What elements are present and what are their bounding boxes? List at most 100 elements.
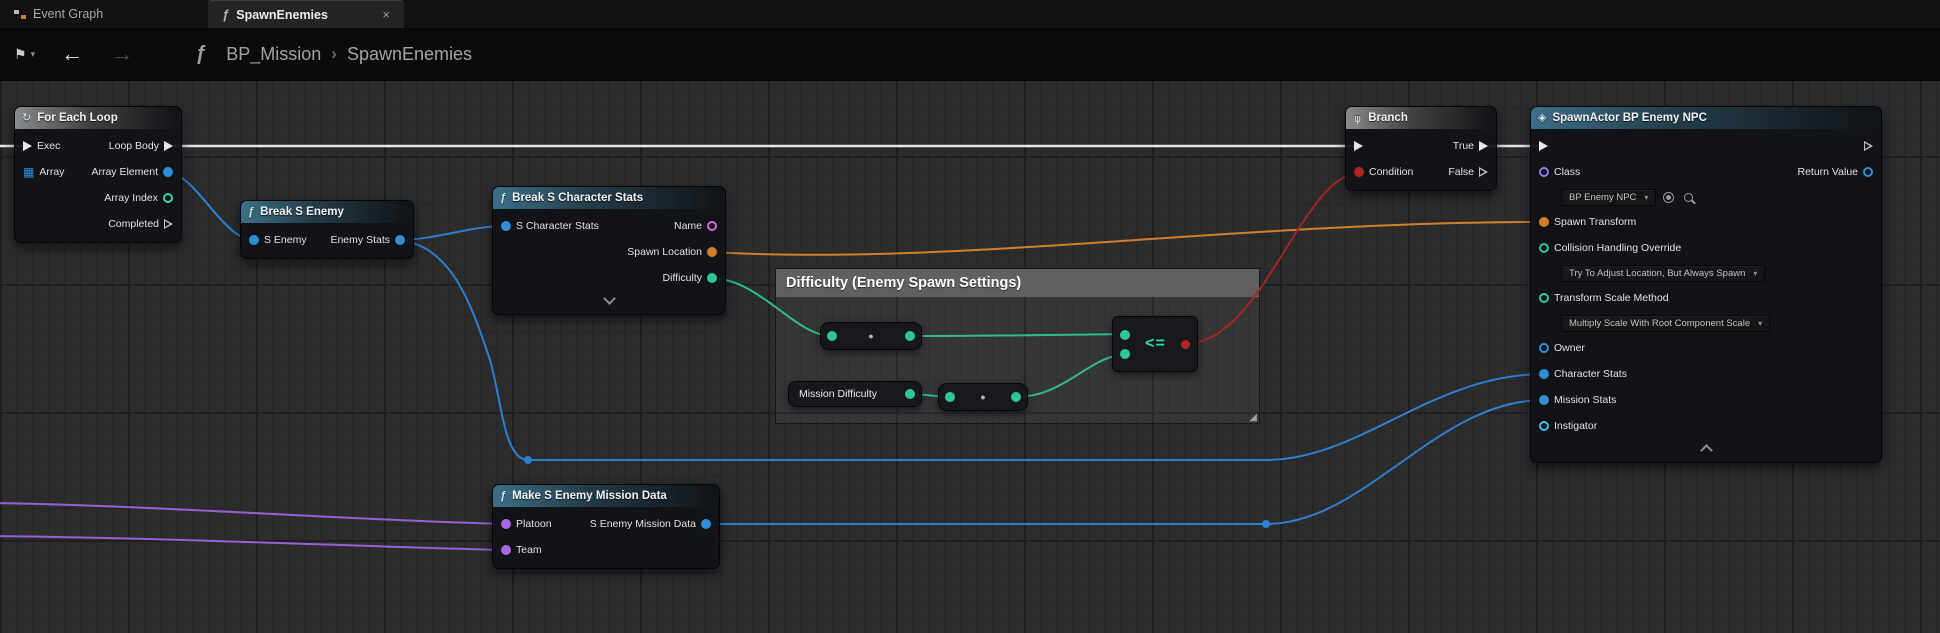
target-icon <box>1662 191 1674 203</box>
spawn-location-pin[interactable] <box>707 247 717 257</box>
node-header[interactable]: ↻ For Each Loop <box>15 107 181 129</box>
owner-pin[interactable] <box>1539 343 1549 353</box>
use-selected-button[interactable] <box>1660 189 1676 205</box>
node-break-s-character-stats[interactable]: ƒ Break S Character Stats S Character St… <box>492 186 726 315</box>
name-pin[interactable] <box>707 221 717 231</box>
conversion-out-pin[interactable] <box>1011 392 1021 402</box>
node-header[interactable]: ƒ Break S Enemy <box>241 201 413 223</box>
pin-row: Mission Stats <box>1531 387 1881 413</box>
loop-body-pin[interactable] <box>164 141 173 151</box>
exec-out-pin[interactable] <box>1864 141 1873 151</box>
node-branch[interactable]: ⋔ Branch True Condition False <box>1345 106 1497 191</box>
node-make-s-enemy-mission-data[interactable]: ƒ Make S Enemy Mission Data Platoon S En… <box>492 484 720 569</box>
breadcrumb-parent[interactable]: BP_Mission <box>226 44 321 65</box>
close-tab-button[interactable]: × <box>382 7 390 22</box>
character-stats-pin[interactable] <box>1539 369 1549 379</box>
conversion-in-pin[interactable] <box>827 331 837 341</box>
function-icon: ƒ <box>195 42 207 65</box>
pin-label: Character Stats <box>1554 368 1627 380</box>
pin-row: S Enemy Enemy Stats <box>241 227 413 253</box>
array-pin[interactable]: ▦ <box>23 166 34 178</box>
s-enemy-mission-data-pin[interactable] <box>701 519 711 529</box>
node-spawn-actor[interactable]: ◈ SpawnActor BP Enemy NPC Class Return V… <box>1530 106 1882 463</box>
compare-a-pin[interactable] <box>1120 329 1130 340</box>
pin-row: Collision Handling Override <box>1531 235 1881 261</box>
class-dropdown[interactable]: BP Enemy NPC ▾ <box>1561 188 1657 206</box>
pin-row: Spawn Transform <box>1531 209 1881 235</box>
browse-asset-button[interactable] <box>1680 189 1696 205</box>
enemy-stats-pin[interactable] <box>395 235 405 245</box>
pin-label: Spawn Transform <box>1554 216 1637 228</box>
back-button[interactable]: ← <box>47 43 97 65</box>
expand-advanced-chevron[interactable] <box>602 292 616 305</box>
tab-event-graph[interactable]: Event Graph <box>0 0 208 28</box>
return-value-pin[interactable] <box>1863 167 1873 177</box>
resize-handle[interactable]: ◢ <box>1249 413 1257 423</box>
compare-result-pin[interactable] <box>1181 339 1190 349</box>
pin-label: Mission Stats <box>1554 394 1617 406</box>
node-get-mission-difficulty[interactable]: Mission Difficulty <box>788 381 922 407</box>
transform-scale-method-pin[interactable] <box>1539 293 1549 303</box>
pin-row: True <box>1346 133 1496 159</box>
pin-row: Spawn Location <box>493 239 725 265</box>
false-pin[interactable] <box>1479 167 1488 177</box>
instigator-pin[interactable] <box>1539 421 1549 431</box>
node-header[interactable]: ◈ SpawnActor BP Enemy NPC <box>1531 107 1881 129</box>
branch-icon: ⋔ <box>1353 112 1363 125</box>
pin-label: Enemy Stats <box>330 234 390 246</box>
pin-row: Transform Scale Method <box>1531 285 1881 311</box>
array-element-pin[interactable] <box>163 167 173 177</box>
node-title: Branch <box>1368 112 1408 124</box>
compare-b-pin[interactable] <box>1120 348 1130 359</box>
scale-picker-row: Multiply Scale With Root Component Scale… <box>1531 311 1881 335</box>
node-less-equal[interactable]: <= <box>1112 316 1198 372</box>
bookmarks-button[interactable]: ⚑ ▾ <box>0 46 47 63</box>
node-break-s-enemy[interactable]: ƒ Break S Enemy S Enemy Enemy Stats <box>240 200 414 259</box>
comment-title[interactable]: Difficulty (Enemy Spawn Settings) <box>776 269 1259 297</box>
scale-method-dropdown[interactable]: Multiply Scale With Root Component Scale… <box>1561 314 1771 332</box>
collision-handling-pin[interactable] <box>1539 243 1549 253</box>
pin-label: Instigator <box>1554 420 1598 432</box>
collision-dropdown[interactable]: Try To Adjust Location, But Always Spawn… <box>1561 264 1766 282</box>
conversion-in-pin[interactable] <box>945 392 955 402</box>
node-conversion-b[interactable]: ● <box>938 383 1028 411</box>
array-index-pin[interactable] <box>163 193 173 203</box>
scale-method-value: Multiply Scale With Root Component Scale <box>1569 317 1751 329</box>
conversion-dot-icon: ● <box>980 391 986 402</box>
collapse-advanced-chevron[interactable] <box>1699 443 1713 457</box>
function-icon: ƒ <box>248 205 255 218</box>
operator-label: <= <box>1145 335 1166 352</box>
condition-pin[interactable] <box>1354 167 1364 177</box>
exec-in-pin[interactable] <box>1354 141 1363 151</box>
caret-down-icon: ▾ <box>30 48 36 59</box>
mission-difficulty-out-pin[interactable] <box>905 389 915 399</box>
s-enemy-pin[interactable] <box>249 235 259 245</box>
node-title: Make S Enemy Mission Data <box>512 490 667 502</box>
exec-in-pin[interactable] <box>1539 141 1548 151</box>
exec-in-pin[interactable] <box>23 141 32 151</box>
spawn-transform-pin[interactable] <box>1539 217 1549 227</box>
node-title: SpawnActor BP Enemy NPC <box>1552 112 1707 124</box>
pin-label: S Enemy <box>264 234 307 246</box>
forward-button[interactable]: → <box>97 43 147 65</box>
node-for-each-loop[interactable]: ↻ For Each Loop Exec Loop Body ▦ Array Ar… <box>14 106 182 243</box>
node-header[interactable]: ƒ Make S Enemy Mission Data <box>493 485 719 507</box>
node-header[interactable]: ƒ Break S Character Stats <box>493 187 725 209</box>
platoon-pin[interactable] <box>501 519 511 529</box>
node-conversion-a[interactable]: ● <box>820 322 922 350</box>
breadcrumb-current[interactable]: SpawnEnemies <box>347 44 472 65</box>
tab-spawn-enemies[interactable]: ƒ SpawnEnemies × <box>208 0 404 28</box>
completed-pin[interactable] <box>164 219 173 229</box>
node-header[interactable]: ⋔ Branch <box>1346 107 1496 129</box>
team-pin[interactable] <box>501 545 511 555</box>
graph-toolbar: ⚑ ▾ ← → ƒ BP_Mission › SpawnEnemies <box>0 28 1940 81</box>
chevron-down-icon: ▾ <box>1753 268 1758 278</box>
spawn-actor-icon: ◈ <box>1538 111 1547 124</box>
class-pin[interactable] <box>1539 167 1549 177</box>
difficulty-pin[interactable] <box>707 273 717 283</box>
conversion-out-pin[interactable] <box>905 331 915 341</box>
search-icon <box>1683 192 1693 202</box>
true-pin[interactable] <box>1479 141 1488 151</box>
mission-stats-pin[interactable] <box>1539 395 1549 405</box>
s-character-stats-pin[interactable] <box>501 221 511 231</box>
